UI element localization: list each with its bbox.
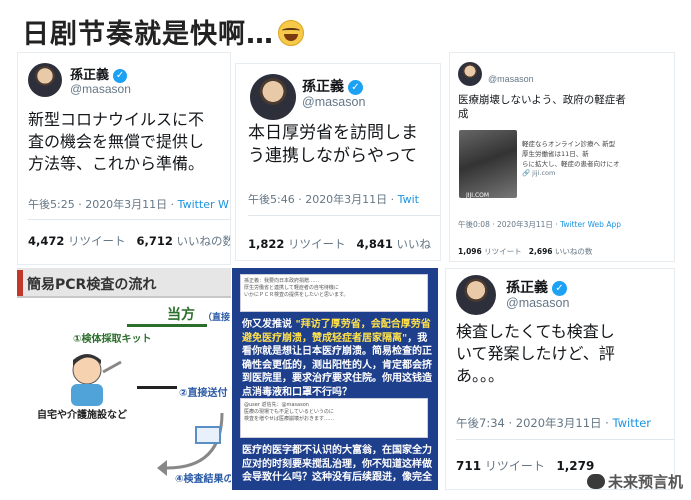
person-illustration-icon — [71, 354, 122, 406]
source-app-link[interactable]: Twitter — [612, 416, 651, 430]
tweet-timestamp[interactable]: 午後7:34 · 2020年3月11日 · Twitter — [456, 415, 651, 431]
headline: 日剧节奏就是快啊… — [22, 12, 304, 51]
commentary-text-2: 医疗的医字都不认识的大富翁，在国家全力应对的时刻要来搅乱治理，你不知道这样做会导… — [242, 445, 432, 483]
verified-badge-icon: ✓ — [348, 80, 363, 95]
laughing-emoji-icon — [278, 20, 304, 46]
infographic-title: 簡易PCR検査の流れ — [17, 268, 231, 298]
verified-badge-icon: ✓ — [113, 69, 128, 83]
tweet-stats: 1,096 リツイート 2,696 いいねの数 — [458, 246, 592, 257]
step-4-label: ④検査結果の — [175, 474, 231, 485]
divider — [456, 439, 674, 440]
user-handle[interactable]: @masason — [302, 95, 365, 109]
tweet-text: 新型コロナウイルスに不 査の機会を無償で提供し 方法等、これから準備。 — [28, 110, 205, 174]
thumbnail-caption: JIJI.COM — [466, 192, 490, 199]
side-sublabel: （直接 — [203, 313, 231, 323]
like-count[interactable]: 6,712 いいねの数 — [137, 234, 230, 248]
step-2-label: ②直接送付 — [179, 388, 228, 399]
title-accent-bar — [17, 270, 23, 296]
news-link-thumbnail[interactable] — [459, 130, 517, 198]
username[interactable]: 孫正義 ✓ — [70, 64, 128, 83]
tweet-card-1[interactable]: 孫正義 ✓ @masason 新型コロナウイルスに不 査の機会を無償で提供し 方法… — [17, 52, 231, 265]
tweet-timestamp[interactable]: 午後0:08 · 2020年3月11日 · Twitter Web App — [458, 219, 621, 230]
retweet-count[interactable]: 1,822 リツイート — [248, 237, 346, 251]
source-app-link[interactable]: Twitter W — [178, 198, 229, 211]
pcr-flow-infographic: 簡易PCR検査の流れ 当方 （直接 ①検体採取キット ②直接送付 自宅や介護施設… — [17, 268, 231, 490]
verified-badge-icon: ✓ — [552, 281, 567, 296]
source-app-link[interactable]: Twit — [398, 193, 419, 206]
location-caption: 自宅や介護施設など — [37, 410, 127, 421]
tweet-timestamp[interactable]: 午後5:46 · 2020年3月11日 · Twit — [248, 191, 419, 207]
avatar[interactable] — [250, 74, 296, 120]
embedded-reply-screenshot: @user 返信先：@masason 医療の現場でも不足しているというのに 検査… — [240, 398, 428, 438]
commentary-panel: 孫正義：我要向日本政府捐赠…… 厚生労働省と連携して軽症者の自宅待機に いかにＰ… — [232, 268, 438, 490]
avatar[interactable] — [456, 275, 496, 315]
tweet-text: 医療崩壊しないよう、政府の軽症者 成 — [458, 94, 626, 121]
user-handle[interactable]: @masason — [506, 296, 569, 310]
like-count[interactable]: 4,841 いいね — [357, 237, 432, 251]
embedded-screenshot: 孫正義：我要向日本政府捐赠…… 厚生労働省と連携して軽症者の自宅待機に いかにＰ… — [240, 274, 428, 312]
user-handle[interactable]: @masason — [488, 74, 534, 84]
retweet-count[interactable]: 1,096 リツイート — [458, 247, 522, 256]
watermark: 未来预言机 — [586, 471, 683, 492]
tweet-card-2[interactable]: 孫正義 ✓ @masason 本日厚労省を訪問しま う連携しながらやって 午後5:… — [235, 63, 441, 261]
retweet-count[interactable]: 711 リツイート — [456, 459, 545, 473]
avatar[interactable] — [28, 63, 62, 97]
like-count[interactable]: 2,696 いいねの数 — [529, 247, 593, 256]
source-app-link[interactable]: Twitter Web App — [560, 220, 621, 229]
tweet-card-4[interactable]: 孫正義 ✓ @masason 検査したくても検査し いて発案したけど、評 あ。。。… — [445, 268, 675, 490]
username[interactable]: 孫正義 ✓ — [302, 76, 363, 96]
tweet-text: 本日厚労省を訪問しま う連携しながらやって — [248, 123, 418, 167]
tweet-stats: 1,822 リツイート 4,841 いいね — [248, 236, 431, 252]
tweet-stats: 4,472 リツイート 6,712 いいねの数 — [28, 233, 230, 249]
wechat-icon — [586, 474, 605, 489]
step-1-label: ①検体採取キット — [73, 334, 152, 345]
commentary-text-1: 你又发推说 "拜访了厚劳省，会配合厚劳省避免医疗崩溃，赞成轻症者居家隔离"，我看… — [242, 319, 432, 398]
divider — [248, 215, 440, 216]
link-icon: 🔗 jiji.com — [522, 169, 556, 178]
tweet-stats: 711 リツイート 1,279 — [456, 457, 594, 474]
avatar[interactable] — [458, 62, 482, 86]
flow-arrow-icon — [127, 324, 207, 327]
retweet-count[interactable]: 4,472 リツイート — [28, 234, 126, 248]
flow-arrow-icon — [137, 386, 177, 389]
tweet-text: 検査したくても検査し いて発案したけど、評 あ。。。 — [456, 322, 615, 386]
tweet-timestamp[interactable]: 午後5:25 · 2020年3月11日 · Twitter W — [28, 196, 229, 212]
news-link-preview[interactable]: 軽症ならオンライン診療へ 新型 厚生労働省は11日、新 らに拡大し、軽症の患者向… — [522, 140, 662, 179]
envelope-icon — [195, 426, 221, 444]
username[interactable]: 孫正義 ✓ — [506, 277, 567, 297]
user-handle[interactable]: @masason — [70, 82, 131, 96]
side-label: 当方 — [167, 307, 195, 323]
divider — [28, 219, 230, 220]
